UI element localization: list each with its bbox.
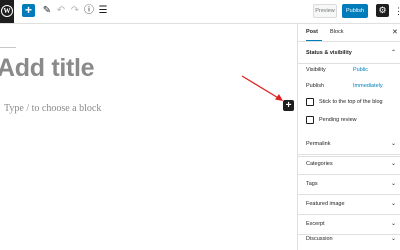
panel-featured-image[interactable]: Featured image ⌄ xyxy=(298,193,400,215)
annotation-arrow-icon xyxy=(241,75,283,101)
panel-categories[interactable]: Categories ⌄ xyxy=(298,153,400,175)
undo-icon[interactable]: ↶ xyxy=(55,5,67,17)
panel-title: Featured image xyxy=(306,201,345,207)
panel-title: Tags xyxy=(306,181,318,187)
panel-title: Status & visibility xyxy=(306,50,352,56)
settings-sidebar: Post Block ✕ Status & visibility ⌃ Visib… xyxy=(297,24,400,250)
wordpress-logo-icon[interactable]: W xyxy=(0,0,14,23)
tab-post[interactable]: Post xyxy=(306,24,322,41)
block-placeholder-input[interactable]: Type / to choose a block xyxy=(4,103,101,114)
list-view-icon[interactable]: ☰ xyxy=(97,5,109,17)
sticky-label: Stick to the top of the blog xyxy=(319,99,383,105)
panel-title: Excerpt xyxy=(306,221,325,227)
chevron-up-icon: ⌃ xyxy=(390,50,396,56)
visibility-toggle[interactable]: Public xyxy=(353,67,368,73)
chevron-down-icon: ⌄ xyxy=(390,161,396,167)
chevron-down-icon: ⌄ xyxy=(390,181,396,187)
chevron-down-icon: ⌄ xyxy=(390,236,396,242)
info-icon[interactable]: ⓘ xyxy=(83,5,95,17)
publish-label: Publish xyxy=(306,83,325,89)
edit-tools-icon[interactable]: ✎ xyxy=(41,5,53,17)
preview-button[interactable]: Preview xyxy=(313,4,337,18)
sticky-checkbox[interactable] xyxy=(306,98,314,106)
title-separator xyxy=(0,47,16,48)
tab-block[interactable]: Block xyxy=(330,24,348,41)
settings-gear-icon[interactable]: ⚙ xyxy=(376,4,389,17)
panel-title: Discussion xyxy=(306,236,333,242)
panel-title: Categories xyxy=(306,161,333,167)
sidebar-tabs: Post Block ✕ xyxy=(298,24,400,42)
post-title-input[interactable]: Add title xyxy=(0,54,95,83)
chevron-down-icon: ⌄ xyxy=(390,201,396,207)
visibility-label: Visibility xyxy=(306,67,326,73)
panel-permalink[interactable]: Permalink ⌄ xyxy=(298,133,400,155)
pending-review-checkbox[interactable] xyxy=(306,116,314,124)
inline-add-block-button[interactable]: + xyxy=(283,100,294,111)
chevron-down-icon: ⌄ xyxy=(390,141,396,147)
redo-icon[interactable]: ↷ xyxy=(69,5,81,17)
close-icon[interactable]: ✕ xyxy=(392,24,398,41)
publish-button[interactable]: Publish xyxy=(342,4,368,18)
publish-date-toggle[interactable]: Immediately xyxy=(353,83,383,89)
more-options-icon[interactable]: ⋮ xyxy=(394,4,400,18)
panel-discussion[interactable]: Discussion ⌄ xyxy=(298,228,400,250)
panel-status-visibility[interactable]: Status & visibility ⌃ xyxy=(298,42,400,64)
add-block-button[interactable]: + xyxy=(22,4,35,17)
editor-toolbar: W + ✎ ↶ ↷ ⓘ ☰ Preview Publish ⚙ ⋮ xyxy=(0,0,400,24)
wordpress-mark: W xyxy=(1,5,13,17)
panel-title: Permalink xyxy=(306,141,331,147)
pending-review-label: Pending review xyxy=(319,117,357,123)
panel-tags[interactable]: Tags ⌄ xyxy=(298,173,400,195)
